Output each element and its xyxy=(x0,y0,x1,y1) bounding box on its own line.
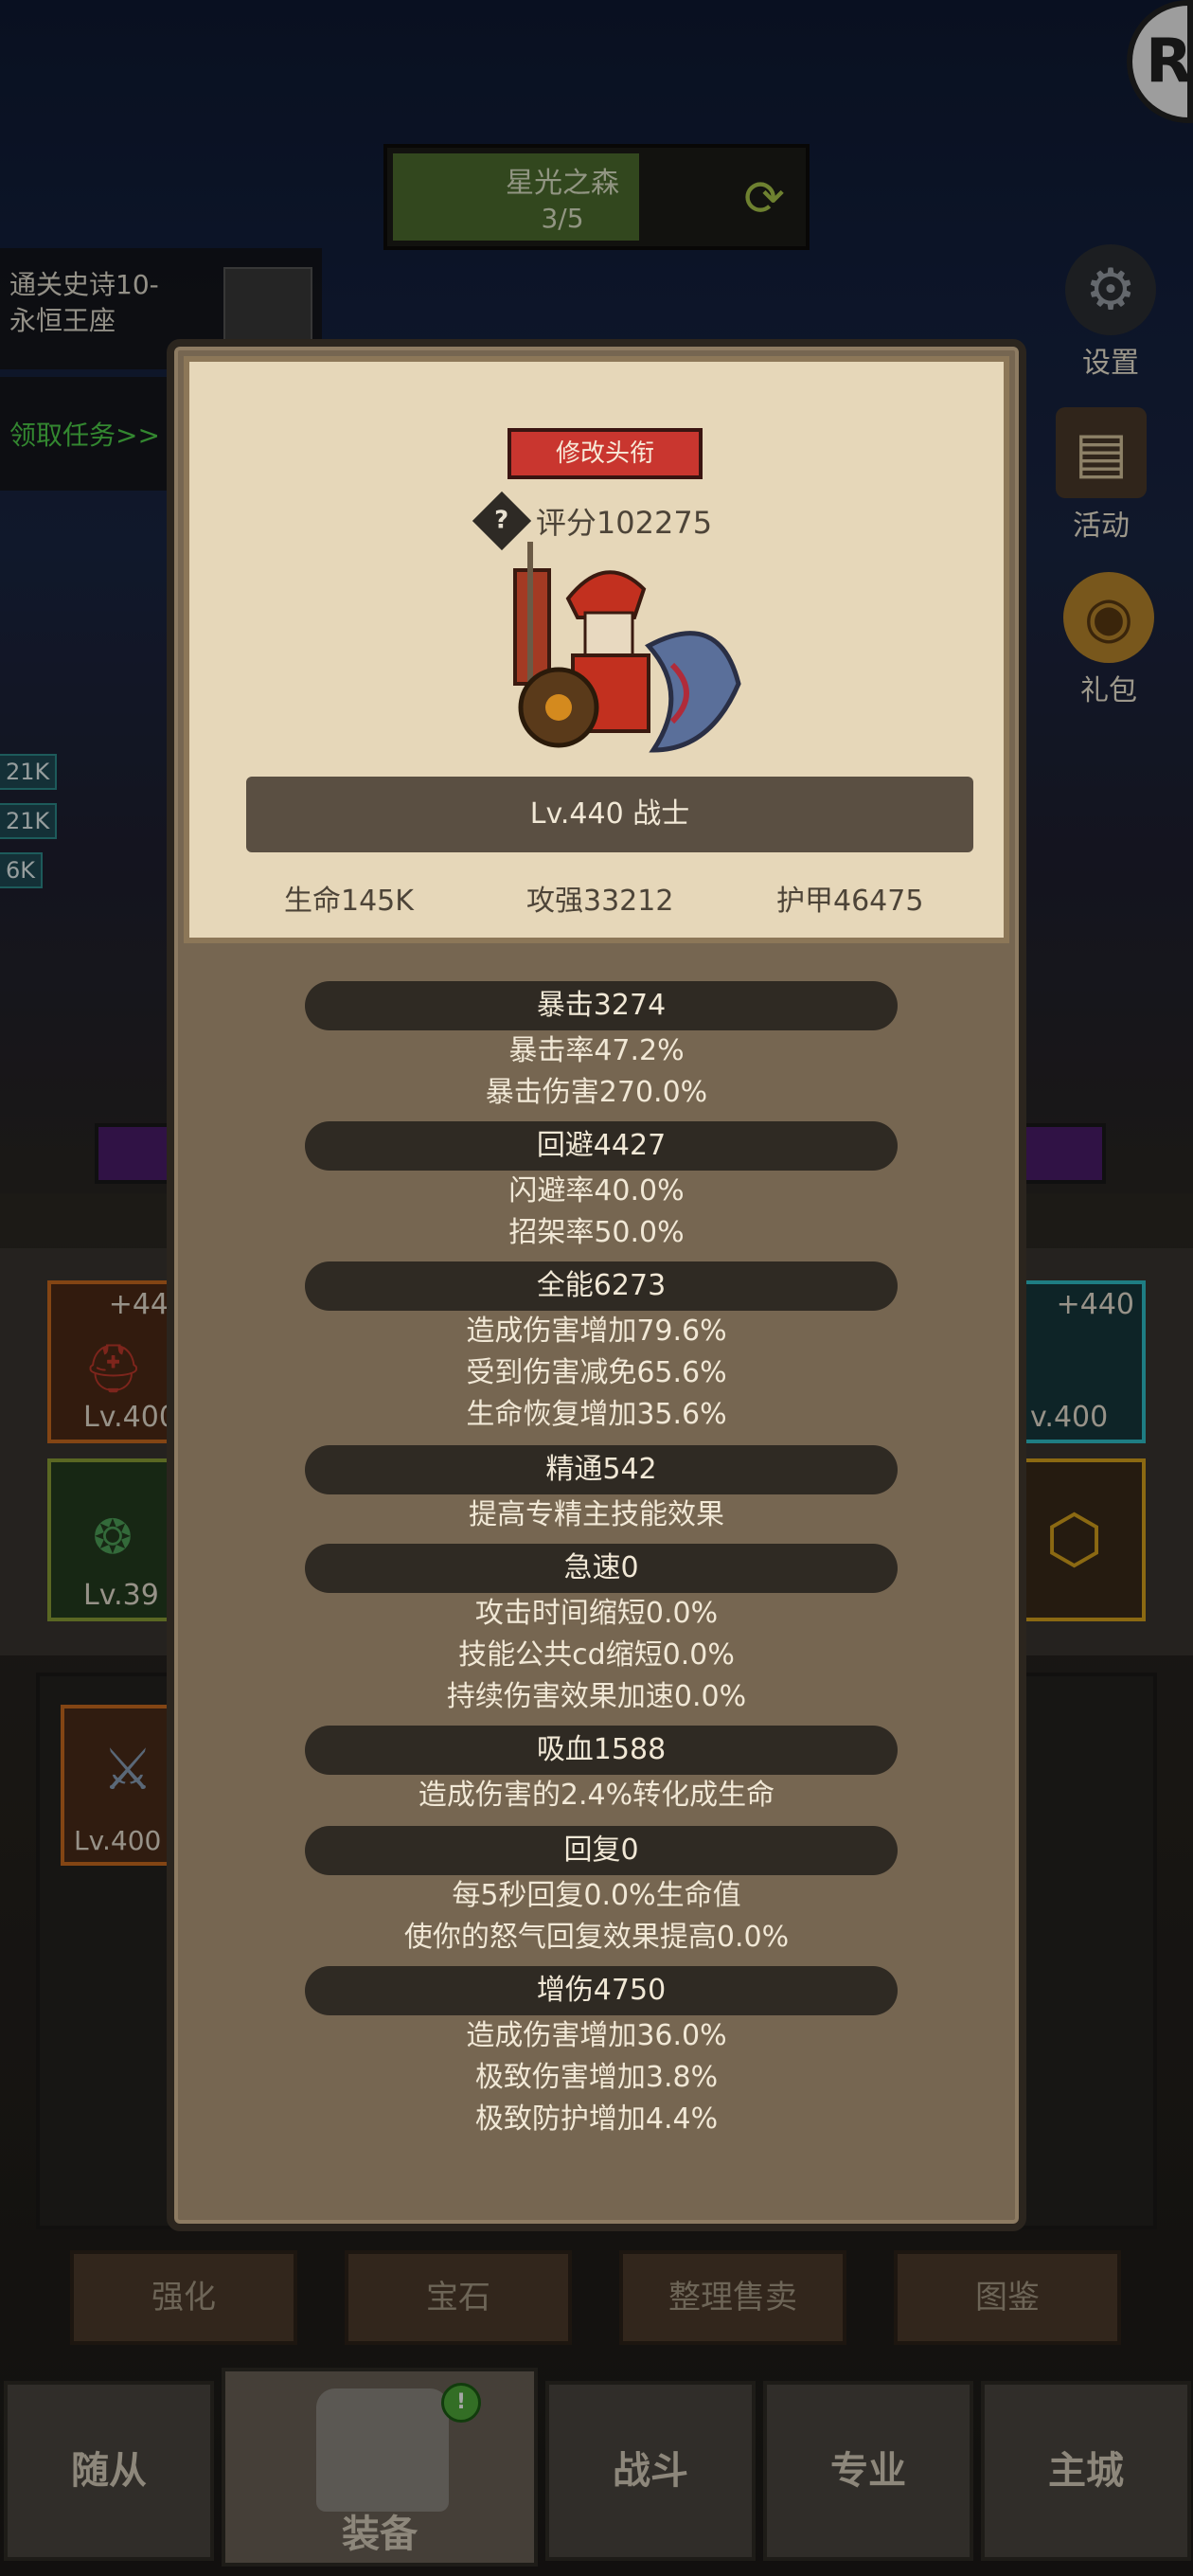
stat-section-title: 暴击3274 xyxy=(305,981,898,1030)
armor-stat: 护甲46475 xyxy=(776,885,924,918)
stat-section-title: 急速0 xyxy=(305,1544,898,1593)
stat-section-title: 吸血1588 xyxy=(305,1726,898,1775)
stat-line: 暴击率47.2% xyxy=(508,1034,685,1067)
stat-section-title: 全能6273 xyxy=(305,1261,898,1311)
stat-line: 每5秒回复0.0%生命值 xyxy=(452,1879,741,1912)
stat-line: 使你的怒气回复效果提高0.0% xyxy=(403,1921,790,1954)
stat-section-title: 回避4427 xyxy=(305,1121,898,1171)
stat-section-title: 精通542 xyxy=(305,1445,898,1494)
stat-line: 受到伤害减免65.6% xyxy=(466,1356,727,1389)
stat-line: 招架率50.0% xyxy=(508,1216,685,1249)
stat-section-title: 回复0 xyxy=(305,1826,898,1875)
stat-line: 暴击伤害270.0% xyxy=(485,1076,708,1109)
base-stats-row: 生命145K 攻强33212 护甲46475 xyxy=(189,873,1004,921)
stat-line: 生命恢复增加35.6% xyxy=(466,1398,727,1431)
stat-line: 攻击时间缩短0.0% xyxy=(474,1597,719,1630)
character-stats-popup: 修改头衔 ? 评分102275 Lv.440 战士 生命145K 攻强33212… xyxy=(167,339,1026,2231)
stat-line: 闪避率40.0% xyxy=(508,1174,685,1208)
hp-stat: 生命145K xyxy=(284,885,414,918)
help-symbol: ? xyxy=(494,507,509,535)
level-class-banner: Lv.440 战士 xyxy=(246,777,973,852)
stat-line: 技能公共cd缩短0.0% xyxy=(458,1638,735,1672)
stat-line: 极致防护增加4.4% xyxy=(474,2102,719,2136)
warrior-character-icon xyxy=(513,542,741,753)
stat-line: 造成伤害增加36.0% xyxy=(466,2019,727,2052)
stat-line: 提高专精主技能效果 xyxy=(469,1498,724,1531)
stat-line: 极致伤害增加3.8% xyxy=(474,2061,719,2094)
rename-title-button[interactable]: 修改头衔 xyxy=(507,428,703,479)
stat-line: 造成伤害的2.4%转化成生命 xyxy=(418,1779,775,1812)
stat-section-title: 增伤4750 xyxy=(305,1966,898,2015)
character-header-card: 修改头衔 ? 评分102275 Lv.440 战士 生命145K 攻强33212… xyxy=(184,356,1009,943)
stat-line: 造成伤害增加79.6% xyxy=(466,1315,727,1348)
attack-stat: 攻强33212 xyxy=(526,885,674,918)
stat-line: 持续伤害效果加速0.0% xyxy=(446,1680,747,1713)
